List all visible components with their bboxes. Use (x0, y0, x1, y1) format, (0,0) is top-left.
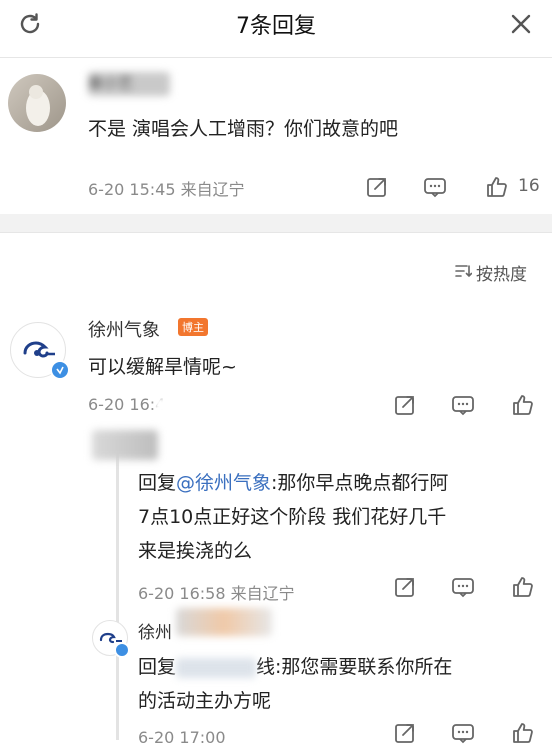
like-icon[interactable] (510, 392, 536, 418)
header-divider (0, 57, 552, 58)
comment-icon[interactable] (422, 174, 448, 200)
reply-prefix: 回复 (138, 472, 177, 494)
comment-meta: 6-20 15:45 来自辽宁 (88, 180, 245, 199)
avatar-blurred[interactable] (92, 430, 158, 460)
share-icon[interactable] (392, 392, 418, 418)
like-icon[interactable] (484, 174, 510, 200)
reply-line-3: 来是挨浇的么 (138, 540, 253, 562)
reply-line-2: 的活动主办方呢 (138, 690, 272, 712)
sort-button[interactable]: 按热度 (454, 260, 527, 285)
section-divider (0, 232, 552, 233)
comment-icon[interactable] (450, 392, 476, 418)
mention-blurred (176, 657, 257, 678)
avatar[interactable] (8, 74, 66, 132)
reply-text: 回复@徐州气象:那你早点晚点都行阿 7点10点正好这个阶段 我们花好几千 来是挨… (138, 466, 448, 568)
meta-blur (155, 398, 185, 414)
comment-text: 可以缓解旱情呢~ (88, 356, 237, 378)
sort-label: 按热度 (476, 265, 527, 285)
share-icon[interactable] (392, 574, 418, 600)
reply-body: :那你早点晚点都行阿 (271, 472, 449, 494)
share-icon[interactable] (364, 174, 390, 200)
thread-line (116, 440, 119, 740)
page-title: 7条回复 (236, 14, 316, 39)
like-icon[interactable] (510, 720, 536, 746)
reply-meta: 6-20 17:00 (138, 728, 226, 747)
reply-body: 线:那您需要联系你所在 (256, 656, 453, 678)
mention-link[interactable]: @徐州气象 (176, 472, 271, 494)
like-icon[interactable] (510, 574, 536, 600)
sort-icon (454, 263, 473, 283)
reply-text: 回复 线:那您需要联系你所在 的活动主办方呢 (138, 650, 452, 718)
username-blurred (176, 608, 272, 636)
share-icon[interactable] (392, 720, 418, 746)
username[interactable]: 徐州 (138, 618, 172, 643)
username[interactable]: 徐州气象 (88, 316, 160, 342)
like-count: 16 (518, 176, 540, 196)
comment-meta: 6-20 16:4 (88, 395, 166, 414)
comment-text: 不是 演唱会人工增雨？你们故意的吧 (88, 118, 399, 140)
verified-badge-icon (50, 360, 70, 380)
verified-badge-icon (114, 642, 130, 658)
username-blurred[interactable]: 秦小艺 (88, 72, 170, 96)
section-separator (0, 214, 552, 232)
reply-meta: 6-20 16:58 来自辽宁 (138, 584, 295, 603)
comment-icon[interactable] (450, 720, 476, 746)
blogger-badge: 博主 (178, 318, 208, 336)
reply-prefix: 回复 (138, 656, 177, 678)
reply-line-2: 7点10点正好这个阶段 我们花好几千 (138, 506, 447, 528)
comment-icon[interactable] (450, 574, 476, 600)
close-icon[interactable] (505, 8, 537, 40)
